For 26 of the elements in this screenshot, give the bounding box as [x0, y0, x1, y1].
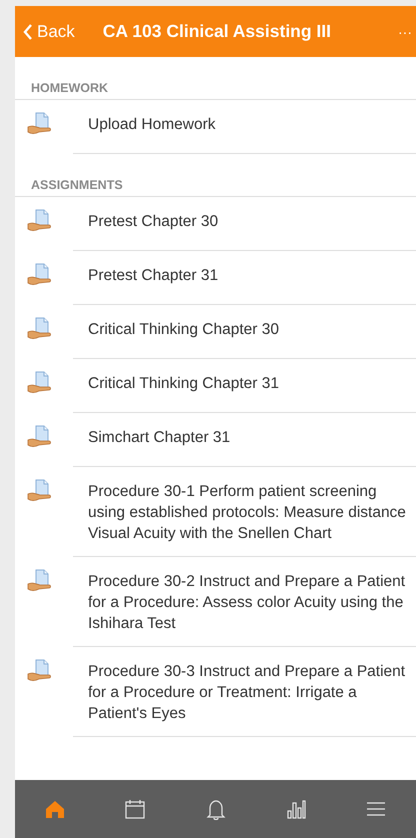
home-icon	[44, 798, 66, 820]
document-hand-icon	[27, 371, 53, 395]
document-hand-icon	[27, 479, 53, 503]
document-hand-icon	[27, 317, 53, 341]
document-hand-icon	[27, 209, 53, 233]
document-hand-icon	[27, 569, 53, 593]
calendar-icon	[124, 798, 146, 820]
list-item[interactable]: Critical Thinking Chapter 31	[73, 359, 416, 413]
section-heading: HOMEWORK	[15, 57, 416, 100]
document-hand-icon	[27, 659, 53, 683]
list-item[interactable]: Upload Homework	[73, 100, 416, 154]
section-heading: ASSIGNMENTS	[15, 154, 416, 197]
document-hand-icon	[27, 263, 53, 287]
bell-icon	[204, 798, 226, 820]
bar-chart-icon	[284, 798, 307, 820]
list-item[interactable]: Critical Thinking Chapter 30	[73, 305, 416, 359]
list-item[interactable]: Procedure 30-1 Perform patient screening using established protocols: Measure distance Visual Acuity with the Snellen Chart	[73, 467, 416, 557]
document-hand-icon	[27, 425, 53, 449]
chevron-left-icon	[23, 24, 33, 40]
page-title: CA 103 Clinical Assisting III	[102, 21, 332, 42]
list-item[interactable]: Procedure 30-3 Instruct and Prepare a Patient for a Procedure or Treatment: Irrigate a Patient's Eyes	[73, 647, 416, 737]
list-item[interactable]: Procedure 30-2 Instruct and Prepare a Patient for a Procedure: Assess color Acuity using the Ishihara Test	[73, 557, 416, 647]
list-item[interactable]: Pretest Chapter 31	[73, 251, 416, 305]
document-hand-icon	[27, 112, 53, 136]
list-item[interactable]: Simchart Chapter 31	[73, 413, 416, 467]
list-item[interactable]: Pretest Chapter 30	[73, 197, 416, 251]
